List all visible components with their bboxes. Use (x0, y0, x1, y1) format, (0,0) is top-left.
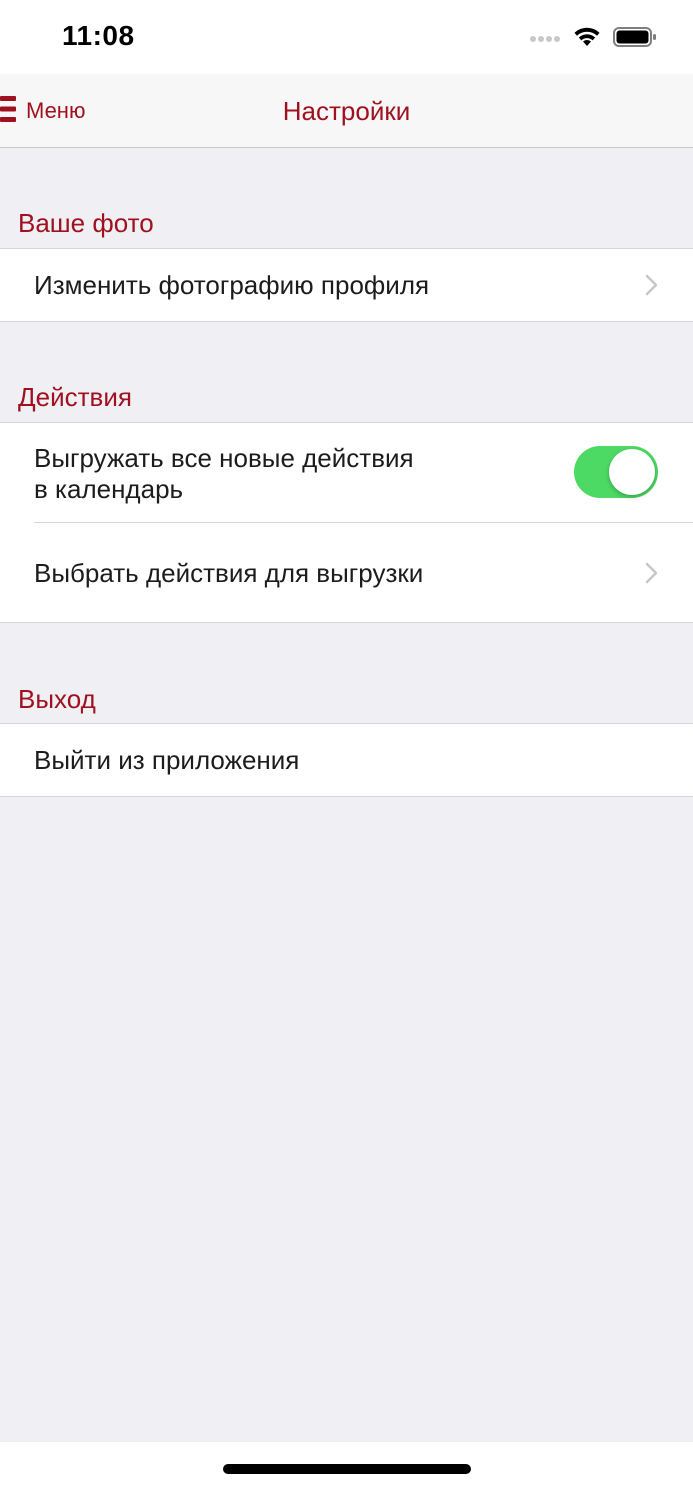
chevron-right-icon (645, 562, 659, 584)
logout-row[interactable]: Выйти из приложения (0, 724, 693, 796)
export-to-calendar-row: Выгружать все новые действия в календарь (0, 423, 693, 522)
home-indicator[interactable] (223, 1464, 471, 1474)
select-actions-label: Выбрать действия для выгрузки (34, 558, 424, 588)
navigation-bar: Меню Настройки (0, 74, 693, 148)
export-to-calendar-label: Выгружать все новые действия в календарь (34, 443, 414, 505)
change-photo-label: Изменить фотографию профиля (34, 270, 430, 300)
chevron-right-icon (645, 274, 659, 296)
battery-icon (613, 26, 657, 53)
page-title: Настройки (282, 96, 411, 126)
change-photo-row[interactable]: Изменить фотографию профиля (0, 249, 693, 321)
select-actions-row[interactable]: Выбрать действия для выгрузки (0, 523, 693, 622)
home-indicator-area (0, 1442, 693, 1500)
signal-dots-icon (529, 30, 561, 48)
status-icons (529, 24, 657, 54)
export-to-calendar-toggle[interactable] (574, 446, 658, 498)
export-label-line2: в календарь (34, 474, 184, 504)
status-bar: 11:08 (0, 0, 693, 74)
section-header-logout: Выход (18, 684, 96, 714)
toggle-knob (609, 449, 655, 495)
photo-group: Изменить фотографию профиля (0, 248, 693, 322)
wifi-icon (573, 26, 601, 53)
logout-group: Выйти из приложения (0, 723, 693, 797)
logout-label: Выйти из приложения (34, 745, 300, 775)
section-header-photo: Ваше фото (18, 208, 154, 238)
actions-group: Выгружать все новые действия в календарь… (0, 422, 693, 623)
status-time: 11:08 (62, 20, 135, 51)
section-header-actions: Действия (18, 382, 132, 412)
export-label-line1: Выгружать все новые действия (34, 443, 414, 473)
